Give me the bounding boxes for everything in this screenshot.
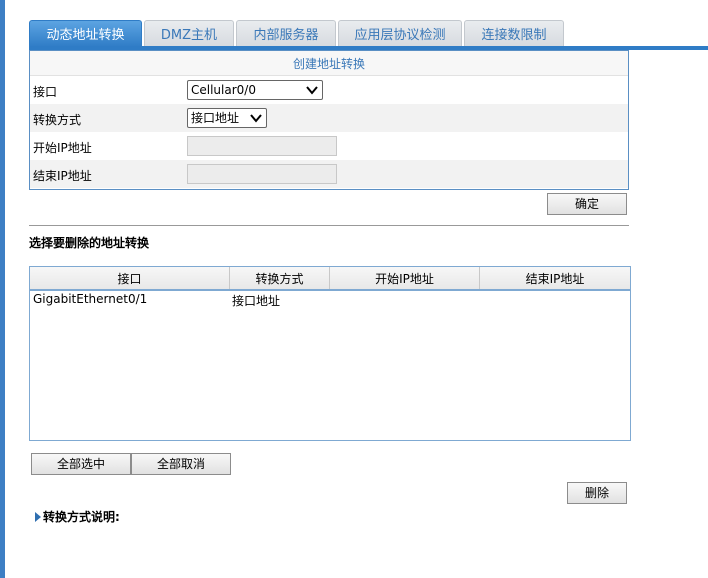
left-accent-strip (0, 0, 5, 578)
mode-label: 转换方式 (33, 113, 82, 127)
delete-button[interactable]: 删除 (567, 482, 627, 504)
row-interface-cell: GigabitEthernet0/1 (33, 292, 148, 306)
interface-label: 接口 (33, 85, 58, 99)
col-mode-header: 转换方式 (230, 267, 330, 289)
mode-explanation-toggle[interactable]: 转换方式说明: (35, 508, 120, 525)
interface-select-value: Cellular0/0 (191, 83, 256, 97)
mode-row: 转换方式 接口地址 (30, 104, 628, 132)
form-title: 创建地址转换 (30, 51, 628, 76)
tab-alg-detection[interactable]: 应用层协议检测 (338, 20, 462, 47)
end-ip-label: 结束IP地址 (33, 169, 92, 183)
interface-row: 接口 Cellular0/0 (30, 76, 628, 104)
chevron-down-icon (306, 81, 318, 106)
mode-select-value: 接口地址 (191, 111, 240, 125)
triangle-right-icon (35, 512, 41, 522)
create-nat-form: 创建地址转换 接口 Cellular0/0 转换方式 接口地址 开始IP地址 结… (29, 50, 629, 190)
end-ip-input[interactable] (187, 164, 337, 184)
table-header: 接口 转换方式 开始IP地址 结束IP地址 (30, 267, 630, 291)
mode-explanation-label: 转换方式说明: (43, 510, 120, 524)
interface-select[interactable]: Cellular0/0 (187, 80, 323, 100)
mode-select[interactable]: 接口地址 (187, 108, 267, 128)
chevron-down-icon (250, 109, 262, 134)
tab-internal-server[interactable]: 内部服务器 (236, 20, 336, 47)
section-divider (29, 225, 629, 226)
start-ip-row: 开始IP地址 (30, 132, 628, 160)
row-mode-cell: 接口地址 (232, 294, 281, 308)
tab-dynamic-nat[interactable]: 动态地址转换 (29, 20, 142, 47)
col-interface-header: 接口 (30, 267, 230, 289)
start-ip-label: 开始IP地址 (33, 141, 92, 155)
end-ip-row: 结束IP地址 (30, 160, 628, 188)
col-end-ip-header: 结束IP地址 (525, 272, 585, 286)
select-all-button[interactable]: 全部选中 (31, 453, 131, 475)
confirm-button[interactable]: 确定 (547, 193, 627, 215)
tab-dmz-host[interactable]: DMZ主机 (144, 20, 234, 47)
delete-section-title: 选择要删除的地址转换 (29, 236, 150, 250)
deselect-all-button[interactable]: 全部取消 (131, 453, 231, 475)
tab-connection-limit[interactable]: 连接数限制 (464, 20, 564, 47)
nat-table: 接口 转换方式 开始IP地址 结束IP地址 GigabitEthernet0/1… (29, 266, 631, 441)
start-ip-input[interactable] (187, 136, 337, 156)
col-start-ip-header: 开始IP地址 (330, 267, 480, 289)
